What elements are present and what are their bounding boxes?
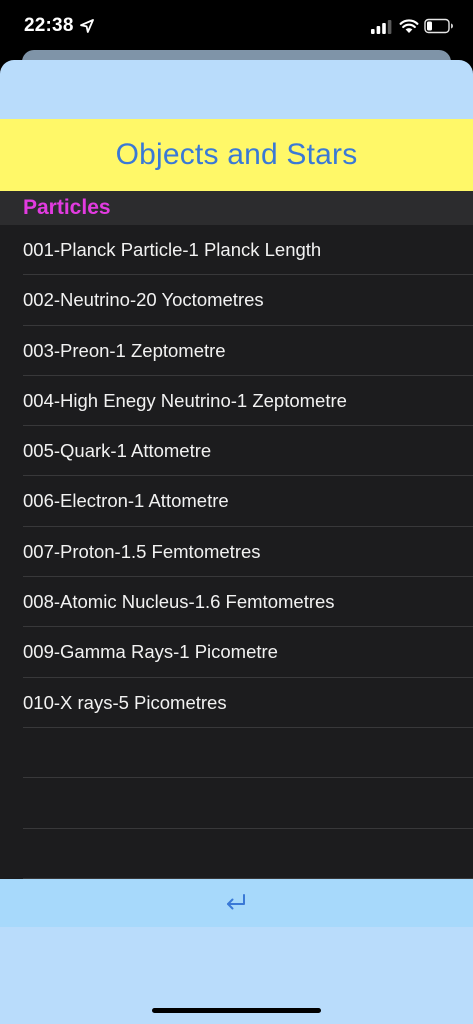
list-item[interactable]: 009-Gamma Rays-1 Picometre [23,627,473,678]
status-bar: 22:38 [0,0,473,52]
wifi-icon [399,19,419,33]
list-item[interactable]: 007-Proton-1.5 Femtometres [23,527,473,578]
list-item[interactable]: 001-Planck Particle-1 Planck Length [23,225,473,276]
footer-bar [0,879,473,927]
list-item-label: 006-Electron-1 Attometre [23,490,229,512]
empty-list-item [23,728,473,779]
app-screen: 22:38 Objects and Stars Particles 001-Pl… [0,0,473,1024]
list-item[interactable]: 008-Atomic Nucleus-1.6 Femtometres [23,577,473,628]
cellular-signal-icon [371,20,392,34]
battery-icon [424,18,453,34]
list-item[interactable]: 003-Preon-1 Zeptometre [23,326,473,376]
location-arrow-icon [80,19,94,33]
empty-list-item [23,829,473,879]
list-item-label: 010-X rays-5 Picometres [23,691,227,713]
section-title: Particles [23,196,111,219]
home-indicator[interactable] [152,1008,321,1013]
list-item-label: 002-Neutrino-20 Yoctometres [23,289,264,311]
title-banner: Objects and Stars [0,119,473,191]
list-item[interactable]: 004-High Enegy Neutrino-1 Zeptometre [23,376,473,427]
list-rows: 001-Planck Particle-1 Planck Length 002-… [0,225,473,879]
list-item-label: 008-Atomic Nucleus-1.6 Femtometres [23,591,335,613]
empty-list-item [23,778,473,829]
status-time: 22:38 [24,15,74,36]
page-title: Objects and Stars [115,138,358,171]
list-item-label: 007-Proton-1.5 Femtometres [23,540,261,562]
objects-list[interactable]: Particles 001-Planck Particle-1 Planck L… [0,191,473,879]
list-item[interactable]: 006-Electron-1 Attometre [23,476,473,527]
modal-sheet: Objects and Stars Particles 001-Planck P… [0,60,473,1024]
list-item-label: 009-Gamma Rays-1 Picometre [23,641,278,663]
list-item-label: 004-High Enegy Neutrino-1 Zeptometre [23,389,347,411]
section-header: Particles [0,191,473,225]
list-item-label: 003-Preon-1 Zeptometre [23,339,226,361]
list-item[interactable]: 010-X rays-5 Picometres [23,678,473,728]
list-item-label: 005-Quark-1 Attometre [23,440,212,462]
list-item[interactable]: 002-Neutrino-20 Yoctometres [23,275,473,326]
list-item-label: 001-Planck Particle-1 Planck Length [23,239,322,260]
return-arrow-icon[interactable] [222,891,250,915]
list-item[interactable]: 005-Quark-1 Attometre [23,426,473,477]
